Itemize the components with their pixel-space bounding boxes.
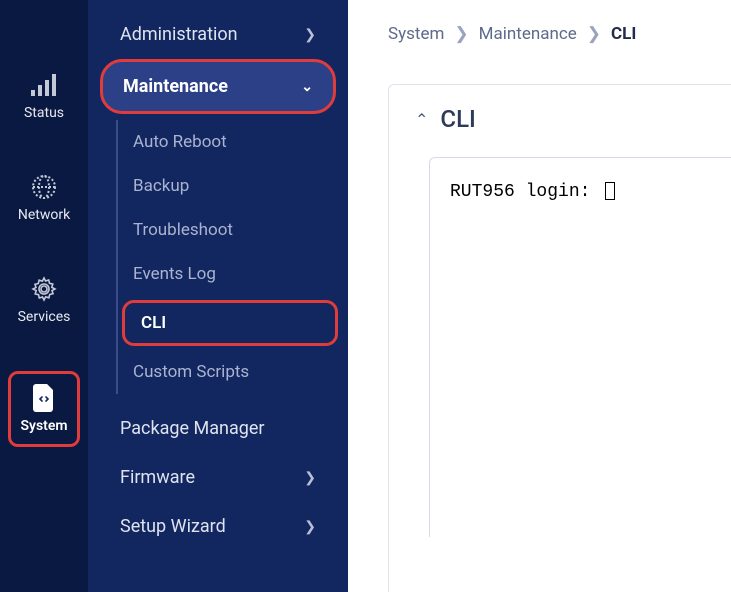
subnav-item-firmware[interactable]: Firmware ❯ — [100, 453, 336, 502]
nav-rail-label: Network — [18, 207, 70, 223]
submenu-item-events-log[interactable]: Events Log — [116, 252, 338, 296]
terminal-prompt: RUT956 login: — [450, 182, 601, 202]
nav-rail-label: Services — [18, 309, 71, 325]
subnav-item-setup-wizard[interactable]: Setup Wizard ❯ — [100, 502, 336, 551]
subnav-label: Maintenance — [123, 76, 228, 97]
cli-panel: ⌃ CLI RUT956 login: — [388, 84, 731, 592]
nav-rail-item-services[interactable]: Services — [8, 269, 80, 331]
globe-icon — [30, 173, 58, 201]
subnav-label: Setup Wizard — [120, 516, 226, 537]
subnav-label: Firmware — [120, 467, 195, 488]
nav-rail: Status Network Services System — [0, 0, 88, 592]
chevron-right-icon: ❯ — [304, 27, 316, 43]
gear-icon — [30, 275, 58, 303]
chevron-down-icon: ⌄ — [301, 79, 313, 95]
submenu-item-troubleshoot[interactable]: Troubleshoot — [116, 208, 338, 252]
subnav-item-administration[interactable]: Administration ❯ — [100, 10, 336, 59]
nav-rail-item-system[interactable]: System — [8, 371, 80, 447]
subnav-item-maintenance[interactable]: Maintenance ⌄ — [100, 59, 336, 114]
subnav: Administration ❯ Maintenance ⌄ Auto Rebo… — [88, 0, 348, 592]
main-content: System ❯ Maintenance ❯ CLI ⌃ CLI RUT956 … — [348, 0, 731, 592]
signal-icon — [30, 71, 58, 99]
chevron-right-icon: ❯ — [304, 519, 316, 535]
submenu-item-backup[interactable]: Backup — [116, 164, 338, 208]
nav-rail-item-network[interactable]: Network — [8, 167, 80, 229]
file-code-icon — [30, 384, 58, 412]
subnav-label: Package Manager — [120, 418, 265, 439]
nav-rail-item-status[interactable]: Status — [8, 65, 80, 127]
chevron-up-icon: ⌃ — [415, 110, 428, 129]
cli-terminal[interactable]: RUT956 login: — [429, 157, 731, 537]
submenu-item-custom-scripts[interactable]: Custom Scripts — [116, 350, 338, 394]
submenu-maintenance: Auto Reboot Backup Troubleshoot Events L… — [116, 120, 338, 394]
panel-header[interactable]: ⌃ CLI — [415, 105, 731, 133]
nav-rail-label: Status — [24, 105, 64, 121]
panel-title: CLI — [440, 105, 475, 133]
breadcrumb-part[interactable]: System — [388, 24, 444, 44]
breadcrumb-current: CLI — [611, 24, 636, 44]
subnav-label: Administration — [120, 24, 238, 45]
terminal-cursor — [605, 182, 615, 200]
submenu-item-cli[interactable]: CLI — [122, 300, 338, 346]
nav-rail-label: System — [20, 418, 67, 434]
chevron-right-icon: ❯ — [454, 24, 468, 44]
chevron-right-icon: ❯ — [587, 24, 601, 44]
subnav-item-package-manager[interactable]: Package Manager — [100, 404, 336, 453]
breadcrumb-part[interactable]: Maintenance — [479, 24, 577, 44]
chevron-right-icon: ❯ — [304, 470, 316, 486]
submenu-item-auto-reboot[interactable]: Auto Reboot — [116, 120, 338, 164]
breadcrumb: System ❯ Maintenance ❯ CLI — [388, 24, 731, 44]
